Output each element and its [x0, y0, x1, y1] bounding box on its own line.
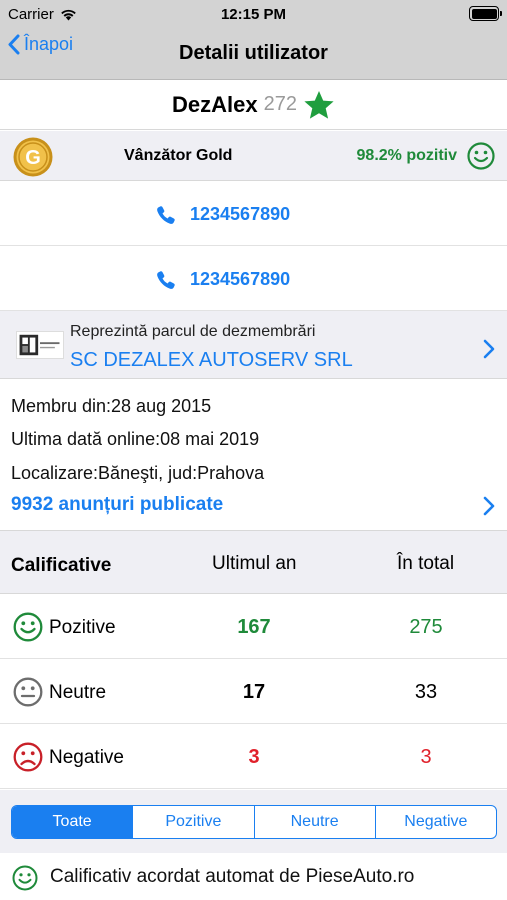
- rating-total: 33: [414, 681, 438, 703]
- column-total: În total: [397, 553, 455, 574]
- auto-rating-text: Calificativ acordat automat de PieseAuto…: [50, 866, 415, 887]
- ads-link[interactable]: 9932 anunțuri publicate: [11, 494, 223, 516]
- rating-last-year: 17: [242, 681, 266, 703]
- clock: 12:15 PM: [220, 6, 287, 23]
- rating-row-positive: Pozitive 167 275: [0, 595, 507, 659]
- battery-icon: [469, 6, 502, 21]
- seller-level: Vânzător Gold: [124, 147, 233, 164]
- company-logo-icon: [16, 331, 64, 359]
- smile-icon: [12, 865, 38, 891]
- location: Localizare:Băneşti, jud:Prahova: [11, 463, 265, 483]
- rating-row-neutral: Neutre 17 33: [0, 660, 507, 724]
- ratings-header: Calificative Ultimul an În total: [0, 530, 507, 594]
- sad-face-icon: [13, 742, 43, 772]
- rating-total: 3: [420, 746, 432, 768]
- status-bar: Carrier 12:15 PM: [0, 0, 507, 28]
- rating-label: Neutre: [49, 682, 107, 703]
- last-online: Ultima dată online:08 mai 2019: [11, 429, 260, 449]
- tab-neutral[interactable]: Neutre: [253, 806, 375, 838]
- gold-medal-icon: G: [13, 137, 53, 177]
- rating-last-year: 167: [237, 616, 271, 638]
- medal-letter: G: [25, 147, 41, 169]
- neutral-face-icon: [13, 677, 43, 707]
- phone-row-1[interactable]: 1234567890: [0, 182, 507, 246]
- auto-rating-item: Calificativ acordat automat de PieseAuto…: [0, 853, 507, 900]
- username: DezAlex: [172, 91, 258, 117]
- navigation-bar: Înapoi Detalii utilizator: [0, 28, 507, 80]
- rating-label: Pozitive: [49, 617, 116, 638]
- smile-icon: [467, 142, 495, 170]
- phone-row-2[interactable]: 1234567890: [0, 247, 507, 311]
- dismantler-row[interactable]: Reprezintă parcul de dezmembrări SC DEZA…: [0, 311, 507, 379]
- tab-positive[interactable]: Pozitive: [132, 806, 253, 838]
- rating-row-negative: Negative 3 3: [0, 725, 507, 789]
- filter-bar: Toate Pozitive Neutre Negative: [0, 790, 507, 853]
- rating-label: Negative: [49, 747, 124, 768]
- phone-icon: [157, 205, 175, 224]
- seller-level-row: G Vânzător Gold 98.2% pozitiv: [0, 131, 507, 181]
- phone-number: 1234567890: [190, 269, 291, 289]
- phone-number: 1234567890: [190, 204, 291, 224]
- phone-icon: [157, 270, 175, 289]
- column-last-year: Ultimul an: [212, 553, 297, 574]
- rating-total: 275: [409, 616, 443, 638]
- chevron-right-icon[interactable]: [483, 496, 495, 516]
- dismantler-caption: Reprezintă parcul de dezmembrări: [70, 323, 316, 340]
- tab-negative[interactable]: Negative: [374, 806, 496, 838]
- positive-percentage: 98.2% pozitiv: [356, 147, 457, 164]
- star-icon: [304, 90, 334, 119]
- filter-segmented-control: Toate Pozitive Neutre Negative: [11, 805, 497, 839]
- chevron-right-icon: [483, 339, 495, 359]
- user-header: DezAlex 272: [0, 80, 507, 130]
- page-title: Detalii utilizator: [179, 42, 328, 64]
- tab-all[interactable]: Toate: [12, 806, 133, 838]
- company-name: SC DEZALEX AUTOSERV SRL: [70, 349, 353, 371]
- rating-last-year: 3: [248, 746, 260, 768]
- user-score: 272: [263, 93, 297, 115]
- smile-icon: [13, 612, 43, 642]
- ratings-title: Calificative: [11, 555, 112, 576]
- member-since: Membru din:28 aug 2015: [11, 396, 212, 416]
